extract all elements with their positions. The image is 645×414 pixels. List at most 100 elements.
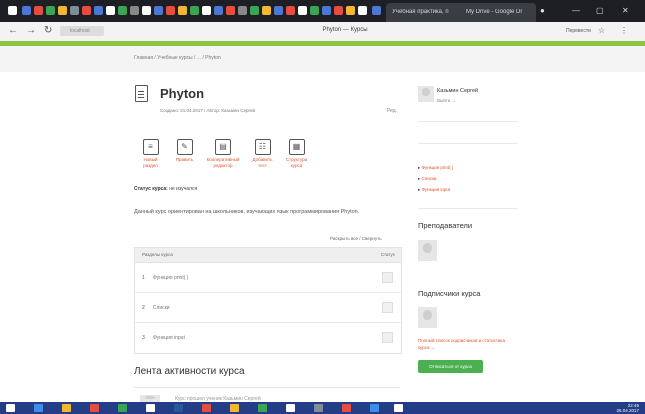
new-section-button[interactable]: ≡ Новый раздел [136,135,165,175]
tab-icon[interactable] [372,6,381,15]
close-icon[interactable]: ✕ [622,6,629,15]
tab-icon[interactable] [118,6,127,15]
logout-link[interactable]: Выйти → [437,98,456,103]
app-icon[interactable] [258,404,267,412]
status-checkbox[interactable] [382,272,393,283]
sidebar-link[interactable]: Функция input [418,187,451,193]
sidebar-link[interactable]: Функция print( ) [418,165,454,171]
tab-icon[interactable] [286,6,295,15]
status-label: Статус курса: [134,186,168,192]
maximize-icon[interactable]: ▢ [596,6,604,15]
tab-icon[interactable] [358,6,367,15]
browser-menu-icon[interactable] [8,6,17,15]
section-link[interactable]: Функция print( ) [153,275,188,281]
coop-editor-button[interactable]: ▤ Кооперативный редактор [204,135,242,175]
system-clock[interactable]: 22:45 26.04.2017 [616,403,639,413]
table-row[interactable]: 1 Функция print( ) [135,263,401,293]
tab-icon[interactable] [250,6,259,15]
row-number: 1 [142,275,145,281]
section-link[interactable]: Списки [153,305,170,311]
tab-icon[interactable] [274,6,283,15]
app-icon[interactable] [342,404,351,412]
table-row[interactable]: 3 Функция input [135,323,401,352]
table-row[interactable]: 2 Списки [135,293,401,323]
tab-icon[interactable] [82,6,91,15]
user-name[interactable]: Казьмин Сергей [437,88,478,94]
action-label: Структура курса [285,157,308,168]
course-structure-button[interactable]: ▦ Структура курса [282,135,311,175]
app-icon[interactable] [314,404,323,412]
tab-icon[interactable] [70,6,79,15]
explorer-icon[interactable] [62,404,71,412]
table-header: Разделы курса Статус [135,248,401,263]
add-test-icon: ☷ [254,139,271,155]
app-icon[interactable] [118,404,127,412]
word-icon[interactable] [174,404,183,412]
tab-icon[interactable] [346,6,355,15]
tab-icon[interactable] [22,6,31,15]
app-icon[interactable] [202,404,211,412]
tab-icon[interactable] [142,6,151,15]
expand-collapse-link[interactable]: Раскрыть все / Свернуть [330,236,382,241]
tab-icon[interactable] [46,6,55,15]
tab-icon[interactable] [262,6,271,15]
coop-editor-icon: ▤ [215,139,231,155]
tab-icon[interactable] [202,6,211,15]
active-browser-tab[interactable]: Учебная практика, п My Drive - Google Dr [386,3,536,22]
add-test-button[interactable]: ☷ Добавить тест [248,135,277,175]
address-bar[interactable]: localhost [60,26,104,36]
tab-icon[interactable] [214,6,223,15]
star-icon[interactable]: ☆ [598,26,605,35]
status-checkbox[interactable] [382,332,393,343]
app-icon[interactable] [286,404,295,412]
tab-icon[interactable] [334,6,343,15]
action-label: Править [175,157,194,162]
menu-icon[interactable]: ⋮ [620,26,628,35]
minimize-icon[interactable]: — [572,6,580,15]
teacher-avatar[interactable] [418,240,437,261]
subscriber-avatar[interactable] [418,307,437,328]
tab-icon[interactable] [34,6,43,15]
translate-button[interactable]: Перевести [566,28,591,34]
tab-icon[interactable] [166,6,175,15]
status-checkbox[interactable] [382,302,393,313]
forward-icon[interactable]: → [26,25,36,36]
unsubscribe-button[interactable]: Отписаться от курса [418,360,483,373]
tab-icon[interactable] [310,6,319,15]
edit-course-button[interactable]: ✎ Править [170,135,199,175]
subscribers-list-link[interactable]: Полный список подписчиков и статистика к… [418,337,513,351]
tab-icon[interactable] [190,6,199,15]
app-icon[interactable] [370,404,379,412]
tab-icon[interactable] [322,6,331,15]
edit-link[interactable]: Ред. [387,108,397,114]
user-avatar[interactable] [418,86,434,102]
new-section-icon: ≡ [142,139,159,155]
tab-icon[interactable] [58,6,67,15]
teachers-title: Преподаватели [418,221,473,230]
tab-icon[interactable] [298,6,307,15]
ie-icon[interactable] [34,404,43,412]
action-label: Кооперативный редактор [206,157,240,168]
tab-icon[interactable] [154,6,163,15]
sidebar-link[interactable]: Списки [418,176,437,182]
tab-icon[interactable] [238,6,247,15]
reload-icon[interactable]: ↻ [44,25,52,36]
app-icon[interactable] [90,404,99,412]
tab-icon[interactable] [226,6,235,15]
app-icon[interactable] [394,404,403,412]
tab-icon[interactable] [106,6,115,15]
section-link[interactable]: Функция input [153,335,185,341]
divider [418,208,518,209]
app-icon[interactable] [146,404,155,412]
start-icon[interactable] [6,404,15,412]
page-title: Phyton — Курсы [322,27,368,33]
active-tab-title: Учебная практика, п [392,9,449,15]
breadcrumb[interactable]: Главная / Учебные курсы / ... / Phyton [134,55,221,61]
app-icon[interactable] [230,404,239,412]
profile-icon[interactable]: ● [540,6,545,15]
document-icon [135,85,148,102]
tab-icon[interactable] [178,6,187,15]
tab-icon[interactable] [94,6,103,15]
tab-icon[interactable] [130,6,139,15]
back-icon[interactable]: ← [8,25,18,36]
